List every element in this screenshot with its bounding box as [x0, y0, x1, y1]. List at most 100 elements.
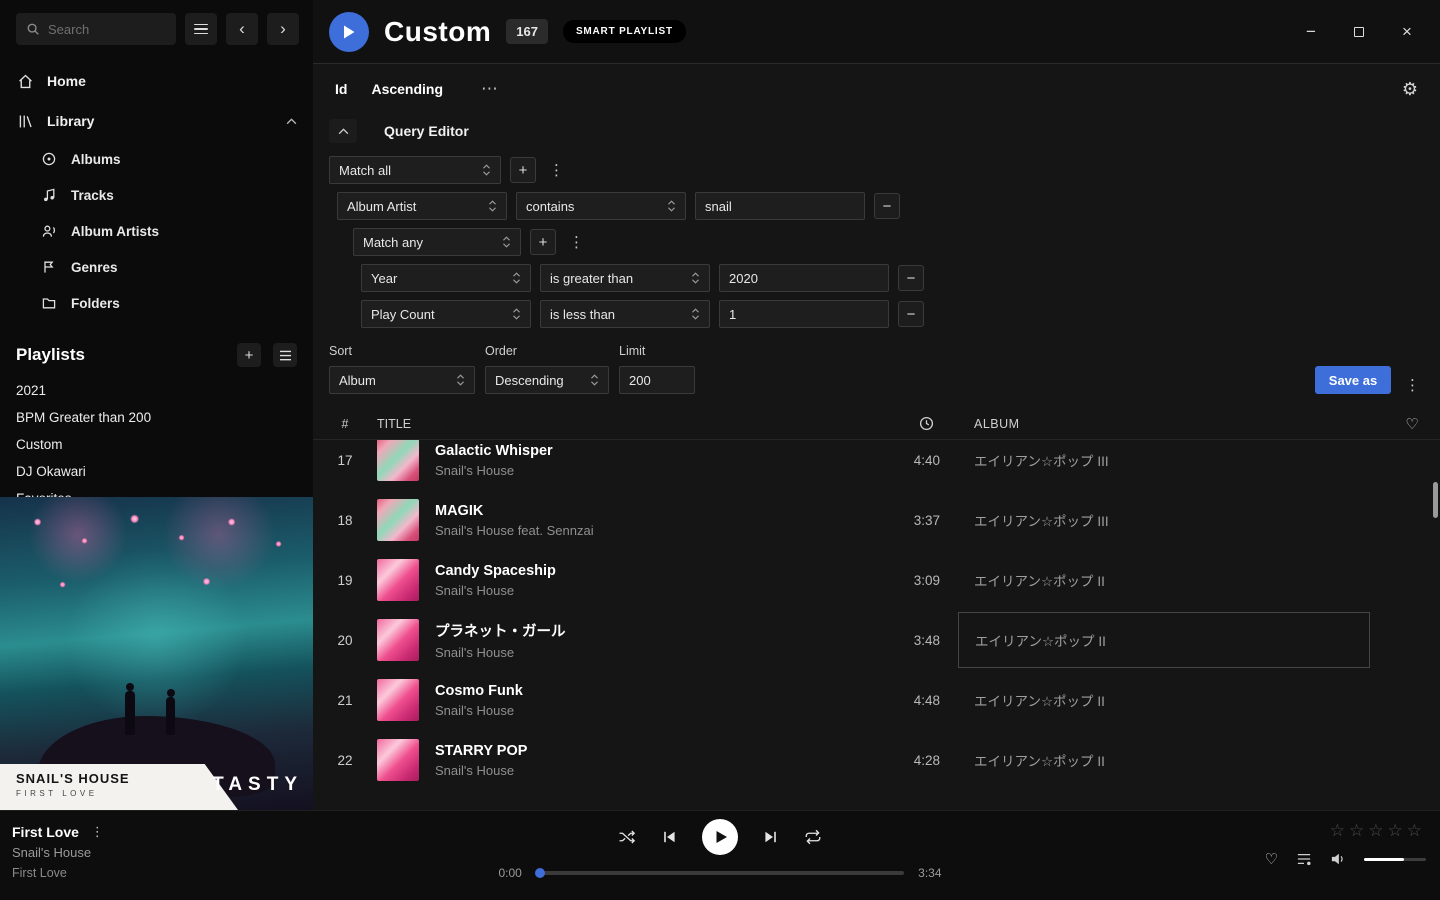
playlist-list-button[interactable]: [273, 343, 297, 367]
seek-slider[interactable]: [536, 871, 904, 875]
track-title[interactable]: プラネット・ガール: [435, 620, 566, 641]
playlist-item[interactable]: BPM Greater than 200: [0, 404, 313, 431]
remove-rule-button[interactable]: −: [898, 301, 924, 327]
more-options-button[interactable]: ⋯: [481, 79, 498, 99]
remove-rule-button[interactable]: −: [874, 193, 900, 219]
column-header-duration[interactable]: [864, 416, 944, 431]
now-playing-title[interactable]: First Love: [12, 824, 79, 840]
add-rule-button[interactable]: +: [530, 229, 556, 255]
match-mode-select[interactable]: Match all: [329, 156, 501, 184]
rule-field-select[interactable]: Album Artist: [337, 192, 507, 220]
search-input[interactable]: [48, 22, 160, 37]
rule-value-input[interactable]: [719, 300, 889, 328]
sort-field-button[interactable]: Id: [335, 81, 347, 97]
star-icon[interactable]: ☆: [1407, 821, 1426, 840]
rule-field-select[interactable]: Play Count: [361, 300, 531, 328]
menu-button[interactable]: [185, 13, 217, 45]
track-title[interactable]: Galactic Whisper: [435, 443, 553, 459]
queue-button[interactable]: [1296, 852, 1312, 866]
star-icon[interactable]: ☆: [1330, 821, 1349, 840]
previous-button[interactable]: [661, 829, 677, 845]
track-album[interactable]: エイリアン☆ポップ II: [944, 750, 1384, 770]
rule-field-select[interactable]: Year: [361, 264, 531, 292]
playlist-item[interactable]: 2021: [0, 377, 313, 404]
limit-input[interactable]: [619, 366, 695, 394]
sort-select[interactable]: Album: [329, 366, 475, 394]
playlist-item[interactable]: Custom: [0, 431, 313, 458]
track-album[interactable]: エイリアン☆ポップ III: [944, 510, 1384, 530]
track-title[interactable]: Candy Spaceship: [435, 563, 556, 579]
now-playing-album[interactable]: First Love: [12, 866, 104, 880]
remove-rule-button[interactable]: −: [898, 265, 924, 291]
track-album[interactable]: エイリアン☆ポップ II: [944, 612, 1384, 668]
track-artist[interactable]: Snail's House: [435, 583, 556, 598]
column-header-number[interactable]: #: [313, 417, 377, 431]
star-icon[interactable]: ☆: [1349, 821, 1368, 840]
order-select[interactable]: Descending: [485, 366, 609, 394]
sidebar-item-folders[interactable]: Folders: [0, 285, 313, 321]
sidebar-item-album-artists[interactable]: Album Artists: [0, 213, 313, 249]
track-artist[interactable]: Snail's House feat. Sennzai: [435, 523, 594, 538]
play-pause-button[interactable]: [702, 819, 738, 855]
track-album[interactable]: エイリアン☆ポップ II: [944, 570, 1384, 590]
track-title[interactable]: STARRY POP: [435, 743, 527, 759]
album-cell-hover-outline[interactable]: エイリアン☆ポップ II: [958, 612, 1370, 668]
track-artist[interactable]: Snail's House: [435, 463, 553, 478]
table-row[interactable]: 18 MAGIK Snail's House feat. Sennzai 3:3…: [313, 490, 1440, 550]
column-header-favorite[interactable]: ♡: [1384, 415, 1440, 433]
now-playing-options-button[interactable]: ⋮: [91, 824, 104, 840]
close-button[interactable]: ×: [1396, 21, 1418, 43]
track-artist[interactable]: Snail's House: [435, 703, 523, 718]
add-rule-button[interactable]: +: [510, 157, 536, 183]
save-options-button[interactable]: ⋮: [1401, 376, 1424, 394]
sort-direction-button[interactable]: Ascending: [371, 81, 443, 97]
nested-match-mode-select[interactable]: Match any: [353, 228, 521, 256]
maximize-button[interactable]: [1348, 21, 1370, 43]
star-icon[interactable]: ☆: [1368, 821, 1387, 840]
settings-gear-icon[interactable]: ⚙: [1402, 79, 1418, 100]
collapse-query-editor-button[interactable]: [329, 119, 357, 143]
next-button[interactable]: [763, 829, 779, 845]
sidebar-item-library[interactable]: Library: [0, 101, 313, 141]
table-row[interactable]: 21 Cosmo Funk Snail's House 4:48 エイリアン☆ポ…: [313, 670, 1440, 730]
collapse-chevron-icon[interactable]: [286, 118, 297, 125]
rule-operator-select[interactable]: contains: [516, 192, 686, 220]
rule-value-input[interactable]: [695, 192, 865, 220]
minimize-button[interactable]: −: [1300, 21, 1322, 43]
track-artist[interactable]: Snail's House: [435, 645, 566, 660]
star-icon[interactable]: ☆: [1388, 821, 1407, 840]
repeat-button[interactable]: [804, 829, 822, 845]
group-options-button[interactable]: ⋮: [565, 233, 588, 251]
rule-operator-select[interactable]: is less than: [540, 300, 710, 328]
seek-thumb[interactable]: [535, 868, 545, 878]
playlist-item[interactable]: DJ Okawari: [0, 458, 313, 485]
track-title[interactable]: MAGIK: [435, 503, 594, 519]
track-title[interactable]: Cosmo Funk: [435, 683, 523, 699]
shuffle-button[interactable]: [618, 829, 636, 845]
rating-stars[interactable]: ☆☆☆☆☆: [1265, 821, 1426, 841]
column-header-album[interactable]: ALBUM: [944, 417, 1384, 431]
back-button[interactable]: ‹: [226, 13, 258, 45]
add-playlist-button[interactable]: +: [237, 343, 261, 367]
sidebar-item-home[interactable]: Home: [0, 61, 313, 101]
track-artist[interactable]: Snail's House: [435, 763, 527, 778]
column-header-title[interactable]: TITLE: [377, 417, 864, 431]
rule-operator-select[interactable]: is greater than: [540, 264, 710, 292]
volume-slider[interactable]: [1364, 858, 1426, 861]
sidebar-item-genres[interactable]: Genres: [0, 249, 313, 285]
volume-button[interactable]: [1330, 852, 1346, 866]
track-album[interactable]: エイリアン☆ポップ II: [944, 690, 1384, 710]
table-row[interactable]: 19 Candy Spaceship Snail's House 3:09 エイ…: [313, 550, 1440, 610]
group-options-button[interactable]: ⋮: [545, 161, 568, 179]
forward-button[interactable]: ›: [267, 13, 299, 45]
now-playing-artwork[interactable]: SNAIL'S HOUSE FIRST LOVE TASTY: [0, 497, 313, 810]
favorite-button[interactable]: ♡: [1265, 850, 1278, 868]
search-box[interactable]: [16, 13, 176, 45]
track-album[interactable]: エイリアン☆ポップ III: [944, 450, 1384, 470]
rule-value-input[interactable]: [719, 264, 889, 292]
table-row[interactable]: 22 STARRY POP Snail's House 4:28 エイリアン☆ポ…: [313, 730, 1440, 790]
play-playlist-button[interactable]: [329, 12, 369, 52]
save-as-button[interactable]: Save as: [1315, 366, 1391, 394]
sidebar-item-albums[interactable]: Albums: [0, 141, 313, 177]
now-playing-artist[interactable]: Snail's House: [12, 845, 104, 860]
